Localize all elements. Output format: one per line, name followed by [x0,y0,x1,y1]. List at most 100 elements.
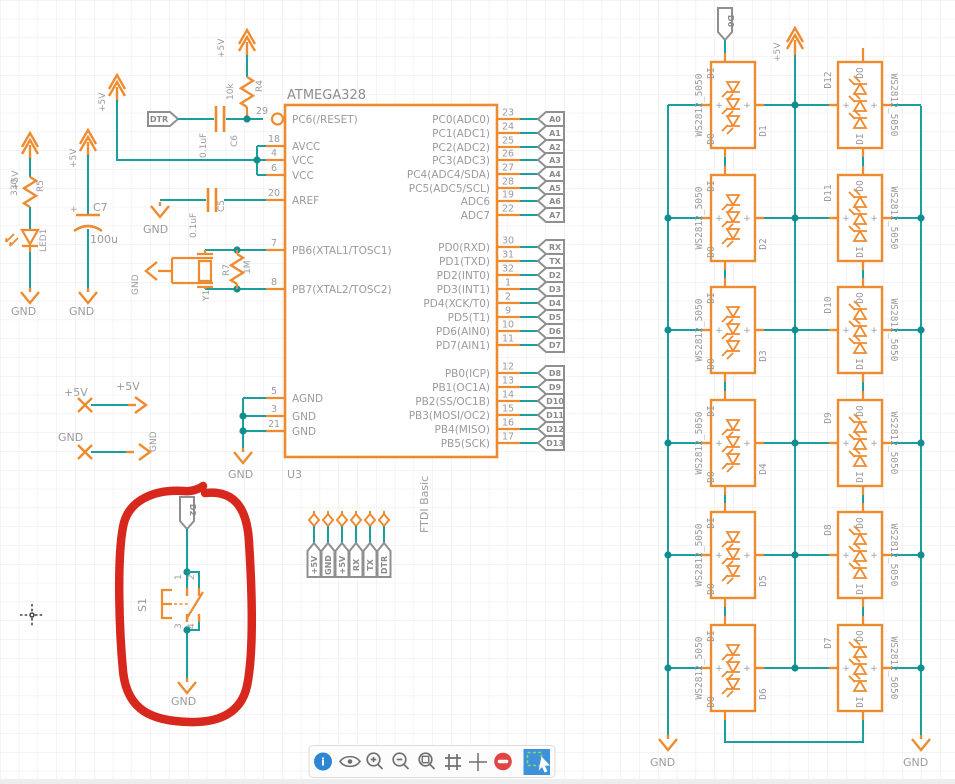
ref-label: R4 [255,80,265,92]
pin-number: 10 [502,320,514,331]
junction-dot [791,551,798,558]
pin-number: 18 [268,134,280,145]
ref-label: R5 [36,180,46,192]
junction-dot [664,326,671,333]
ref-label: LED1 [39,229,49,252]
power-label: +5V [217,38,227,58]
junction-dot [664,551,671,558]
power-label: GND [903,756,928,769]
pin-number: 14 [502,390,514,401]
net-flag-label: A4 [549,170,561,179]
pin-name: ADC6 [461,196,491,208]
net-flag-label: +5V [338,555,347,574]
plus-mark: + [842,101,850,111]
pin-name: PB5(SCK) [441,438,490,450]
junction-dot [917,326,924,333]
pin-name: PD4(XCK/T0) [423,298,490,310]
net-flag-label: A3 [549,156,561,165]
led-refdes: D11 [823,184,834,201]
plus-mark: + [842,214,850,224]
part-label: WS2812_5050 [888,299,899,362]
ref-label: C5 [217,200,227,212]
net-flag-label: A2 [549,143,561,152]
do-label: DO [855,405,866,417]
pin-number: 28 [502,177,514,188]
di-label: DI [706,405,717,416]
pin-number: 5 [271,386,277,397]
pin-number: 31 [502,250,514,261]
do-label: DO [706,358,717,370]
pin-name: PD3(INT1) [437,284,490,296]
plus-mark: + [870,439,878,449]
net-flag-label: +5V [310,555,319,574]
do-label: DO [855,180,866,192]
do-label: DO [855,630,866,642]
junction-dot [791,326,798,333]
di-label: DI [706,180,717,191]
net-flag-label: D12 [546,425,564,434]
ref-label: C6 [230,135,240,147]
net-flag-label: A6 [549,197,561,206]
net-flag-label: D8 [549,369,562,378]
power-label: +5V [116,380,140,393]
remove-button[interactable] [494,753,512,771]
power-label: +5V [69,148,79,168]
pin-number: 17 [502,432,514,443]
junction-dot [917,664,924,671]
do-label: DO [855,67,866,79]
net-flag-label: A1 [549,129,561,138]
led-refdes: D12 [823,71,834,88]
power-label: +5V [98,92,108,112]
net-flag-label: GND [324,555,333,575]
net-flag-label: DTR [150,115,168,124]
pin-number: 2 [505,292,511,303]
pin-name: PD5(T1) [448,312,490,324]
pin-number: 27 [502,163,514,174]
value-label: 0.1uF [199,133,209,158]
part-label: WS2812_5050 [888,412,899,475]
net-flag-label: D2 [549,271,561,280]
power-label: GND [149,431,159,452]
page-bottom-strip [0,779,955,784]
info-button[interactable]: i [314,753,332,771]
pin-number: 7 [271,238,277,249]
schematic-canvas[interactable]: ATMEGA328U3FTDI Basic29PC6(/RESET)18AVCC… [0,0,955,784]
select-tool-button[interactable] [524,749,551,775]
pin-number: 3 [174,623,184,629]
part-label: WS2812_5050 [888,187,899,250]
pin-number: 32 [502,264,514,275]
net-flag-label: D13 [546,439,564,448]
ref-label: C7 [93,201,108,214]
pin-name: PB0(ICP) [445,368,490,380]
pin-number: 19 [502,190,514,201]
plus-mark: + [743,664,751,674]
pin-name: AGND [292,393,323,405]
plus-mark: + [743,551,751,561]
pin-number: 30 [502,236,514,247]
value-label: 330 [10,179,20,196]
junction-dot [664,664,671,671]
led-refdes: D1 [758,125,769,137]
pin-number: 26 [502,149,514,160]
pin-number: 1 [505,278,511,289]
pin-number: 29 [256,106,268,117]
pin-number: 23 [502,108,514,119]
pin-name: AVCC [292,141,320,153]
net-flag-label: DTR [380,556,389,574]
plus-mark: + [743,326,751,336]
plus-mark: + [715,326,723,336]
led-refdes: D9 [823,412,834,424]
do-label: DO [706,583,717,595]
pin-name: PB6(XTAL1/TOSC1) [292,245,392,257]
pin-number: 9 [505,306,511,317]
di-label: DI [855,246,866,257]
pin-name: VCC [292,170,314,182]
pin-number: 15 [502,404,514,415]
net-flag-label: D3 [549,285,561,294]
pin-number: 3 [271,404,277,415]
pin-number: 11 [502,334,514,345]
power-label: GND [58,431,83,444]
power-label: +5V [773,42,783,62]
plus-mark: + [842,664,850,674]
plus-mark: + [715,101,723,111]
